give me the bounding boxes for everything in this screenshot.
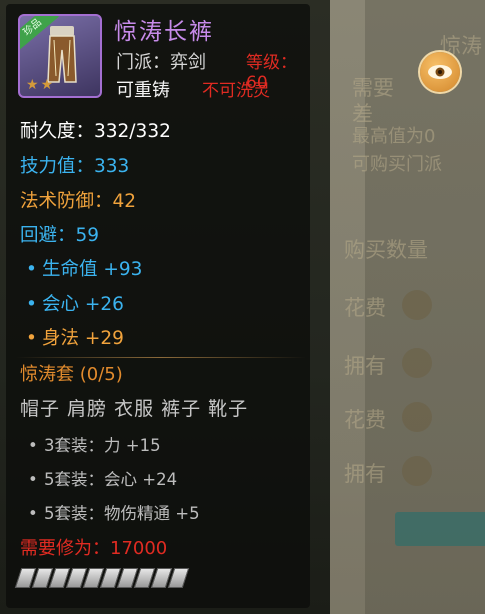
coin-icon	[402, 290, 432, 320]
pants-icon	[47, 26, 77, 83]
bg-text: 可购买门派	[352, 154, 442, 175]
durability-bar	[14, 568, 190, 588]
set-title: 惊涛套 (0/5)	[20, 364, 123, 385]
set-bonus: • 3套装：力 +15	[28, 436, 161, 455]
extra-stat: • 身法 +29	[26, 328, 124, 349]
item-tooltip: 珍品 ★ ★ 惊涛长裤 门派：弈剑 等级：60 可重铸 不可洗灵 耐久度：332…	[6, 4, 310, 608]
eye-icon	[428, 65, 452, 79]
bg-text: 拥有	[344, 354, 386, 378]
coin-icon	[402, 456, 432, 486]
item-name: 惊涛长裤	[114, 19, 214, 45]
coin-icon	[402, 348, 432, 378]
star-icon: ★	[40, 77, 54, 93]
set-bonus: • 5套装：物伤精通 +5	[28, 504, 200, 523]
stat-durability: 耐久度：332/332	[20, 121, 171, 142]
bg-text: 花费	[344, 296, 386, 320]
item-icon: 珍品 ★ ★	[18, 14, 102, 98]
coin-icon	[402, 402, 432, 432]
stat-magic-defense: 法术防御：42	[20, 191, 137, 212]
item-stars: ★ ★	[26, 78, 53, 92]
set-parts: 帽子 肩膀 衣服 裤子 靴子	[20, 398, 249, 420]
star-icon: ★	[26, 77, 39, 93]
item-sect: 门派：弈剑	[116, 52, 206, 73]
bg-text: 花费	[344, 408, 386, 432]
divider	[16, 357, 306, 358]
eye-button[interactable]	[420, 52, 460, 92]
stat-dodge: 回避：59	[20, 225, 100, 246]
set-bonus: • 5套装：会心 +24	[28, 470, 178, 489]
cultivation-requirement: 需要修为：17000	[20, 538, 168, 559]
extra-stat: • 会心 +26	[26, 294, 124, 315]
stat-skill: 技力值：333	[20, 156, 130, 177]
bg-text: 拥有	[344, 462, 386, 486]
item-reforge-status: 可重铸	[116, 80, 170, 101]
extra-stat: • 生命值 +93	[26, 259, 143, 280]
shop-confirm-button[interactable]	[395, 512, 485, 546]
bg-text: 最高值为0	[352, 126, 436, 147]
bg-text: 购买数量	[344, 238, 428, 262]
item-bind-status: 不可洗灵	[202, 81, 270, 101]
